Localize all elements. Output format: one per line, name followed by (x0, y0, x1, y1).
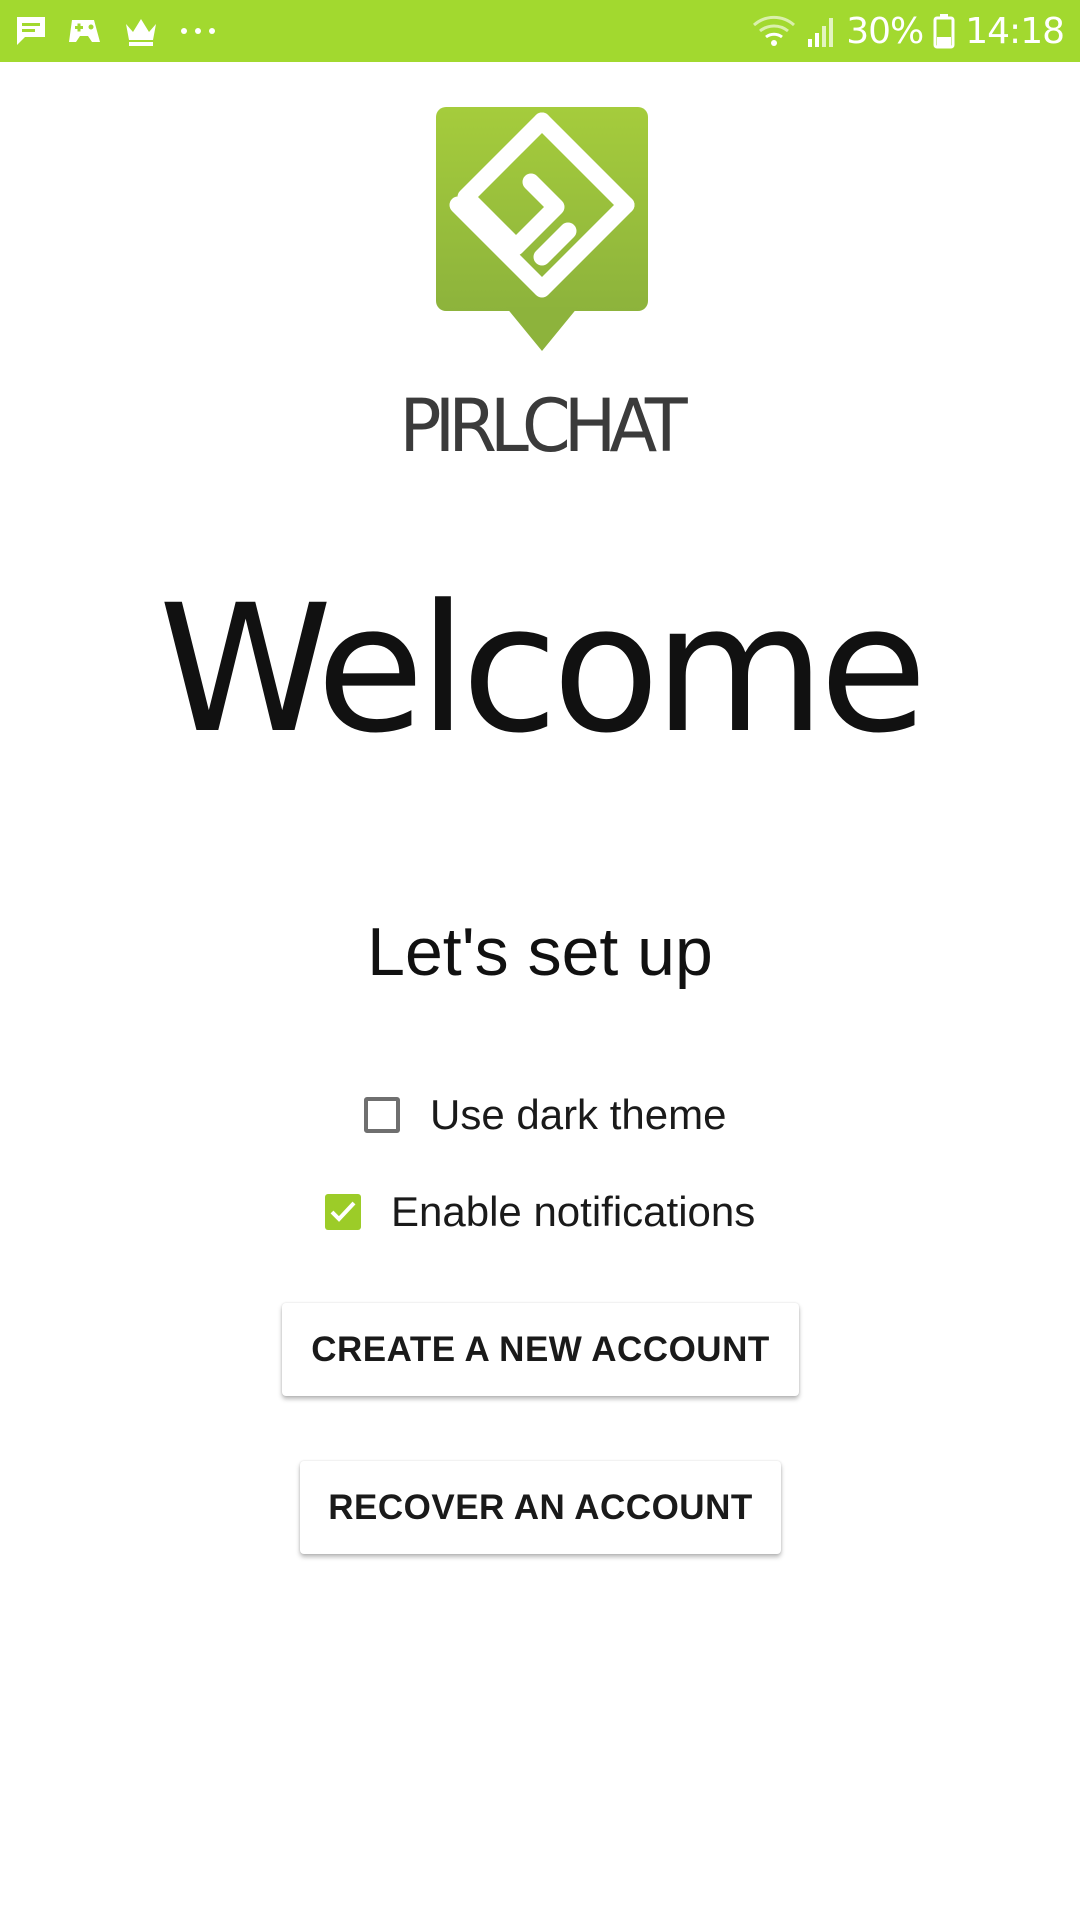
message-icon (14, 14, 48, 48)
dark-theme-option[interactable]: Use dark theme (364, 1085, 726, 1145)
notifications-option[interactable]: Enable notifications (325, 1182, 755, 1242)
more-dots-icon (178, 14, 218, 48)
notifications-checkbox[interactable] (325, 1194, 361, 1230)
signal-icon (806, 13, 836, 49)
checkmark-icon (330, 1201, 356, 1222)
battery-icon (933, 13, 955, 49)
welcome-title: Welcome (158, 567, 927, 772)
dark-theme-checkbox[interactable] (364, 1097, 400, 1133)
dark-theme-label: Use dark theme (430, 1091, 727, 1138)
pirlchat-logo-icon (436, 107, 648, 353)
crown-icon (122, 14, 160, 48)
recover-account-button[interactable]: RECOVER AN ACCOUNT (300, 1461, 781, 1554)
app-wordmark: PIRLCHAT (399, 382, 687, 470)
setup-subtitle: Let's set up (367, 914, 713, 990)
create-account-button[interactable]: CREATE A NEW ACCOUNT (282, 1303, 799, 1396)
battery-percent: 30% (846, 10, 924, 52)
clock-time: 14:18 (965, 10, 1065, 52)
status-bar: 30% 14:18 (0, 0, 1080, 62)
game-controller-icon (66, 14, 104, 48)
system-indicators: 30% 14:18 (752, 0, 1065, 62)
wifi-icon (752, 13, 796, 49)
notifications-label: Enable notifications (391, 1188, 756, 1235)
notification-icons (14, 0, 218, 62)
